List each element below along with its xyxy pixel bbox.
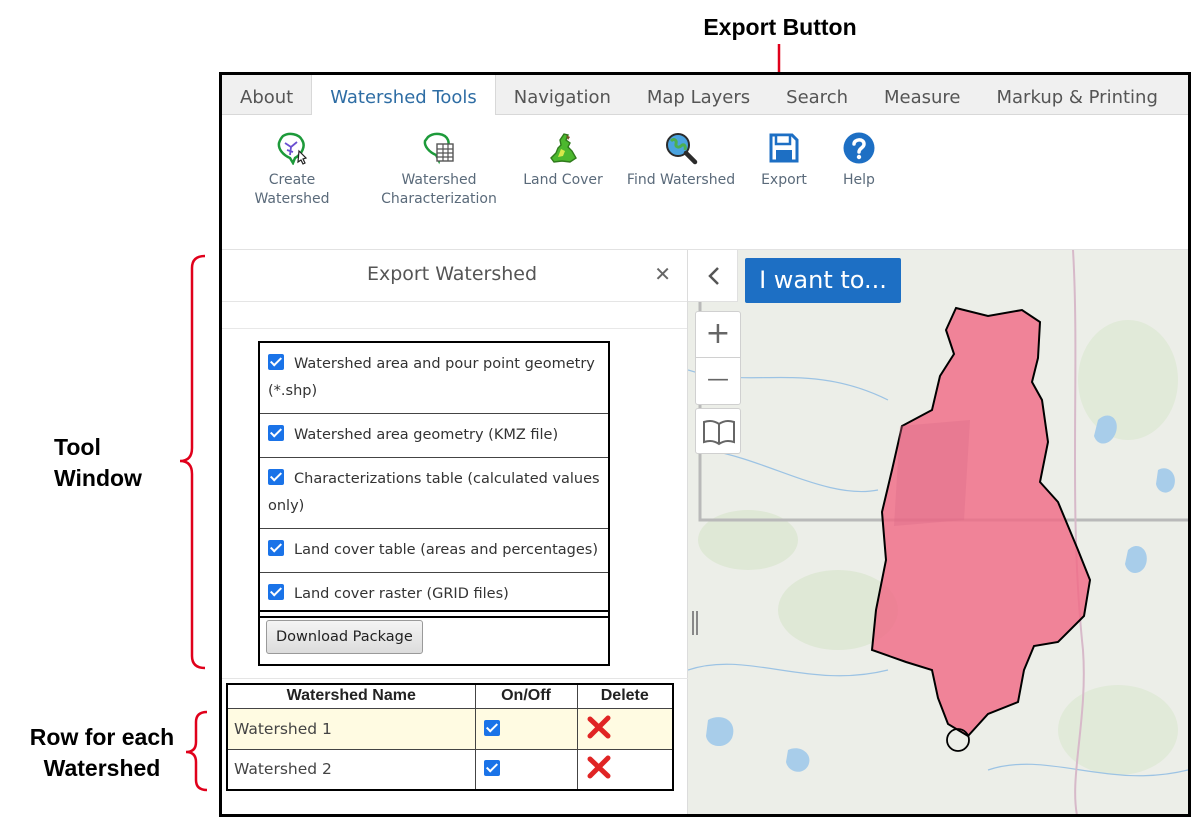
create-watershed-button[interactable]: Create Watershed	[252, 131, 332, 209]
characterization-label-2: Characterization	[381, 191, 497, 207]
i-want-to-button[interactable]: I want to...	[745, 258, 901, 303]
land-cover-label: Land Cover	[523, 172, 603, 188]
download-box: Download Package	[258, 610, 610, 666]
create-label-1: Create	[268, 172, 316, 188]
delete-icon[interactable]	[586, 714, 612, 740]
option-characterizations[interactable]: Characterizations table (calculated valu…	[260, 458, 608, 529]
header-name: Watershed Name	[227, 684, 476, 708]
watershed-characterization-button[interactable]: Watershed Characterization	[377, 131, 501, 209]
tab-map-layers[interactable]: Map Layers	[629, 75, 768, 115]
table-header-row: Watershed Name On/Off Delete	[227, 684, 673, 708]
export-label: Export	[761, 172, 807, 188]
tool-ribbon: Create Watershed Watershed Characterizat…	[222, 115, 1188, 250]
annotation-brace-tool	[179, 254, 206, 670]
option-characterizations-label: Characterizations table (calculated valu…	[268, 471, 600, 514]
tool-window: Export Watershed ✕ Watershed area and po…	[222, 250, 688, 814]
option-land-cover-table[interactable]: Land cover table (areas and percentages)	[260, 529, 608, 573]
watershed-name[interactable]: Watershed 1	[227, 707, 476, 749]
chevron-left-icon	[708, 267, 719, 285]
tab-markup-printing[interactable]: Markup & Printing	[979, 75, 1176, 115]
close-icon[interactable]: ✕	[654, 262, 671, 286]
panel-resize-handle[interactable]	[692, 611, 698, 635]
option-kmz[interactable]: Watershed area geometry (KMZ file)	[260, 414, 608, 458]
zoom-in-button[interactable]: +	[696, 312, 740, 358]
export-options-list: Watershed area and pour point geometry (…	[258, 341, 610, 618]
zoom-out-button[interactable]: —	[696, 358, 740, 404]
tab-bar: About Watershed Tools Navigation Map Lay…	[222, 75, 1188, 116]
on-off-checkbox[interactable]	[483, 760, 500, 777]
find-watershed-icon	[666, 133, 698, 165]
help-label: Help	[843, 172, 875, 188]
option-land-cover-table-checkbox[interactable]	[268, 540, 284, 556]
tab-navigation[interactable]: Navigation	[496, 75, 629, 115]
option-shp-checkbox[interactable]	[268, 354, 284, 370]
find-watershed-label: Find Watershed	[626, 172, 736, 188]
zoom-controls: + —	[695, 311, 741, 405]
bookmarks-button[interactable]	[695, 408, 741, 454]
header-on-off: On/Off	[475, 684, 578, 708]
option-land-cover-raster-checkbox[interactable]	[268, 584, 284, 600]
tab-measure[interactable]: Measure	[866, 75, 979, 115]
pour-point-marker[interactable]	[946, 728, 970, 752]
find-watershed-button[interactable]: Find Watershed	[622, 131, 740, 190]
panel-title: Export Watershed	[366, 263, 538, 285]
annotation-brace-row	[185, 710, 208, 792]
option-kmz-label: Watershed area geometry (KMZ file)	[294, 427, 559, 443]
panel-header: Export Watershed ✕	[222, 250, 687, 302]
create-label-2: Watershed	[254, 191, 330, 207]
characterization-label-1: Watershed	[401, 172, 477, 188]
watershed-table: Watershed Name On/Off Delete Watershed 1…	[226, 683, 674, 791]
help-icon	[843, 132, 875, 164]
book-icon	[703, 419, 735, 446]
characterization-icon	[423, 132, 454, 165]
option-shp-label: Watershed area and pour point geometry (…	[268, 356, 595, 399]
floppy-disk-icon	[769, 133, 799, 163]
tab-about[interactable]: About	[222, 75, 311, 115]
map-view[interactable]: I want to... + —	[688, 250, 1188, 814]
create-watershed-icon	[277, 132, 308, 165]
map-canvas	[688, 250, 1188, 814]
on-off-checkbox[interactable]	[483, 719, 500, 736]
collapse-panel-button[interactable]	[688, 250, 738, 302]
header-delete: Delete	[600, 687, 649, 705]
table-row[interactable]: Watershed 2	[227, 748, 673, 790]
land-cover-button[interactable]: Land Cover	[518, 131, 608, 190]
panel-divider	[222, 678, 688, 679]
option-shp[interactable]: Watershed area and pour point geometry (…	[260, 343, 608, 414]
option-characterizations-checkbox[interactable]	[268, 469, 284, 485]
app-window: About Watershed Tools Navigation Map Lay…	[219, 72, 1191, 817]
tab-search[interactable]: Search	[768, 75, 866, 115]
download-package-button[interactable]: Download Package	[266, 620, 423, 654]
delete-icon[interactable]	[586, 754, 612, 780]
export-button[interactable]: Export	[754, 131, 814, 190]
option-land-cover-raster-label: Land cover raster (GRID files)	[294, 586, 509, 602]
land-cover-icon	[550, 133, 577, 163]
option-land-cover-table-label: Land cover table (areas and percentages)	[294, 542, 599, 558]
panel-subheader	[222, 302, 687, 329]
table-row[interactable]: Watershed 1	[227, 707, 673, 749]
watershed-name[interactable]: Watershed 2	[227, 748, 476, 790]
help-button[interactable]: Help	[834, 131, 884, 190]
option-kmz-checkbox[interactable]	[268, 425, 284, 441]
tab-watershed-tools[interactable]: Watershed Tools	[311, 75, 496, 116]
